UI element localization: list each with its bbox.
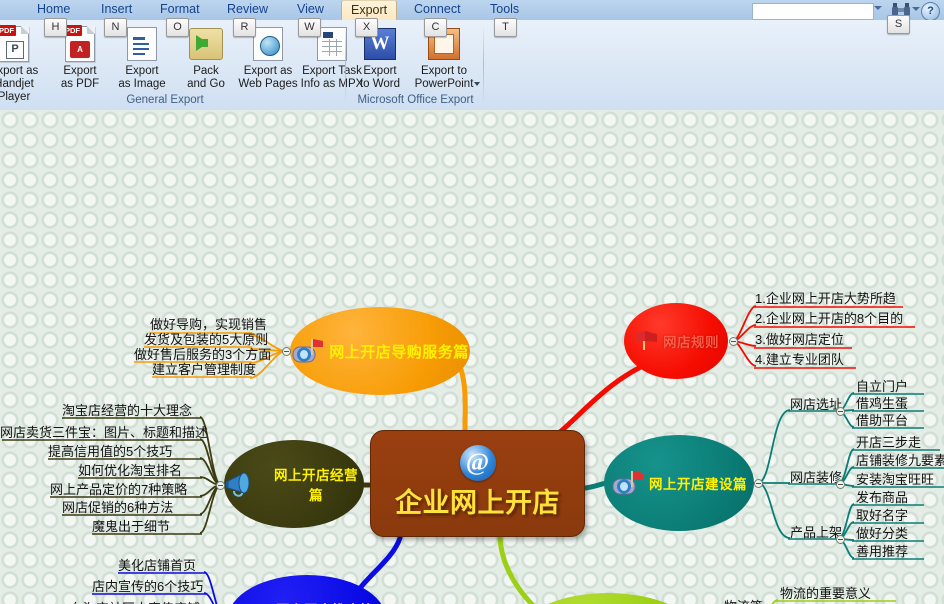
keytip-tools: T [494,18,517,37]
ribbon: Home Insert Format Review View Export Co… [0,0,944,111]
leaf-jianshe-2-3[interactable]: 善用推荐 [856,544,908,560]
leaf-jianshe-1-0[interactable]: 开店三步走 [856,435,921,451]
collapse-button-xuanzhi[interactable] [836,407,845,416]
pdf-badge: PDF [0,25,16,36]
keytip-format: O [166,18,189,37]
collapse-button-jingying[interactable] [216,481,225,490]
keytip-review: R [233,18,256,37]
branch-node-daogou[interactable]: 网上开店导购服务篇 [290,307,470,395]
mindmap-canvas[interactable]: @ 企业网上开店 网上开店导购服务篇 做好导购，实现销售 发货及包装的5大原则 … [0,110,944,604]
leaf-guize-1[interactable]: 2.企业网上开店的8个目的 [755,311,903,327]
leaf-jingying-4[interactable]: 网上产品定价的7种策略 [50,482,187,498]
leaf-jianshe-1-1[interactable]: 店铺装修九要素 [856,453,944,469]
leaf-daogou-0[interactable]: 做好导购，实现销售 [150,317,267,333]
leaf-daogou-1[interactable]: 发货及包装的5大原则 [144,332,268,348]
tab-view[interactable]: View [288,0,333,20]
leaf-jianshe-1-2[interactable]: 安装淘宝旺旺 [856,472,934,488]
tab-connect[interactable]: Connect [405,0,470,20]
chevron-down-icon[interactable] [474,82,480,86]
central-topic[interactable]: @ 企业网上开店 [370,430,585,537]
branch-node-jingying[interactable]: 网上开店经营篇 [224,440,364,528]
leaf-jianshe-0-2[interactable]: 借助平台 [856,413,908,429]
leaf-guize-3[interactable]: 4.建立专业团队 [755,352,844,368]
collapse-button-jianshe[interactable] [754,479,763,488]
command-label: Export to PowerPoint [414,65,474,90]
command-export-as-handjet-player[interactable]: PDF P Export as Handjet Player [0,24,46,104]
mailbox-flag-icon [633,328,659,354]
leaf-daogou-3[interactable]: 建立客户管理制度 [152,362,256,378]
leaf-jianshe-2-1[interactable]: 取好名字 [856,508,908,524]
keytip-view: W [298,18,321,37]
megaphone-icon [224,469,264,499]
central-topic-label: 企业网上开店 [395,488,560,518]
branch-label-guize: 网店规则 [663,335,719,350]
command-label: Export to Word [359,65,401,90]
leaf-jingying-2[interactable]: 提高信用值的5个技巧 [48,444,172,460]
search-scope-dropdown-icon[interactable] [912,7,920,11]
leaf-jingying-1[interactable]: 网店卖货三件宝：图片、标题和描述 [0,425,208,441]
leaf-jianshe-2-2[interactable]: 做好分类 [856,526,908,542]
search-dropdown-icon[interactable] [874,6,882,10]
leaf-jianshe-2-0[interactable]: 发布商品 [856,490,908,506]
subtopic-wuliu-0[interactable]: 物流篇 [724,599,763,604]
ribbon-group-label-general-export: General Export [126,94,204,106]
subtopic-jianshe-2[interactable]: 产品上架 [790,525,842,540]
at-sign-icon: @ [459,445,496,481]
branch-label-daogou: 网上开店导购服务篇 [329,344,469,361]
tab-home[interactable]: Home [28,0,79,20]
leaf-jingying-6[interactable]: 魔鬼出于细节 [92,519,170,535]
tab-format[interactable]: Format [151,0,209,20]
ribbon-body: PDF P Export as Handjet Player PDF A Exp… [0,20,944,110]
ribbon-group-separator [345,24,346,104]
command-label: Export as Web Pages [238,65,298,90]
search-input[interactable] [752,3,874,20]
leaf-daogou-2[interactable]: 做好售后服务的3个方面 [134,347,271,363]
tab-tools[interactable]: Tools [481,0,528,20]
leaf-guize-0[interactable]: 1.企业网上开店大势所趋 [755,291,896,307]
leaf-guize-2[interactable]: 3.做好网店定位 [755,332,844,348]
pdf-player-icon: PDF P [0,24,46,64]
collapse-button-daogou[interactable] [282,347,291,356]
adobe-glyph: A [70,41,90,58]
ribbon-group-label-office-export: Microsoft Office Export [357,94,474,106]
keytip-search: S [887,15,910,34]
collapse-button-zhuangxiu[interactable] [836,480,845,489]
keytip-connect: C [424,18,447,37]
subtopic-jianshe-1[interactable]: 网店装修 [790,470,842,485]
leaf-jingying-3[interactable]: 如何优化淘宝排名 [78,463,182,479]
leaf-jianshe-0-0[interactable]: 自立门户 [856,379,908,395]
player-glyph: P [6,41,24,59]
keytip-home: H [44,18,67,37]
collapse-button-shangjia[interactable] [836,535,845,544]
branch-node-guize[interactable]: 网店规则 [624,303,728,379]
tab-insert[interactable]: Insert [92,0,141,20]
leaf-jingying-0[interactable]: 淘宝店经营的十大理念 [62,403,192,419]
keytip-insert: N [104,18,127,37]
leaf-tuiguang-0[interactable]: 美化店铺首页 [118,558,196,574]
command-label: Export as Image [118,65,166,90]
application-window: Home Insert Format Review View Export Co… [0,0,944,604]
leaf-jianshe-0-1[interactable]: 借鸡生蛋 [856,396,908,412]
leaf-tuiguang-1[interactable]: 店内宣传的6个技巧 [92,579,203,595]
branch-node-jianshe[interactable]: 网上开店建设篇 [604,435,754,531]
tab-review[interactable]: Review [218,0,277,20]
ribbon-tab-strip: Home Insert Format Review View Export Co… [0,0,944,37]
help-icon[interactable]: ? [921,2,940,21]
branch-label-jianshe: 网上开店建设篇 [649,477,747,492]
command-label: Export as PDF [60,65,100,90]
branch-label-jingying: 网上开店经营篇 [274,468,358,503]
subtopic-jianshe-0[interactable]: 网店选址 [790,397,842,412]
branch-label-tuiguang: 网上开店推广篇 [276,599,374,604]
collapse-button-guize[interactable] [729,337,738,346]
leaf-wuliu-0-0[interactable]: 物流的重要意义 [780,586,871,602]
keytip-export: X [355,18,378,37]
mailbox-flag-icon [611,469,645,497]
leaf-jingying-5[interactable]: 网店促销的6种方法 [62,500,173,516]
command-label: Pack and Go [187,65,225,90]
ribbon-group-separator-end [483,24,484,104]
mailbox-flag-icon [291,337,325,365]
